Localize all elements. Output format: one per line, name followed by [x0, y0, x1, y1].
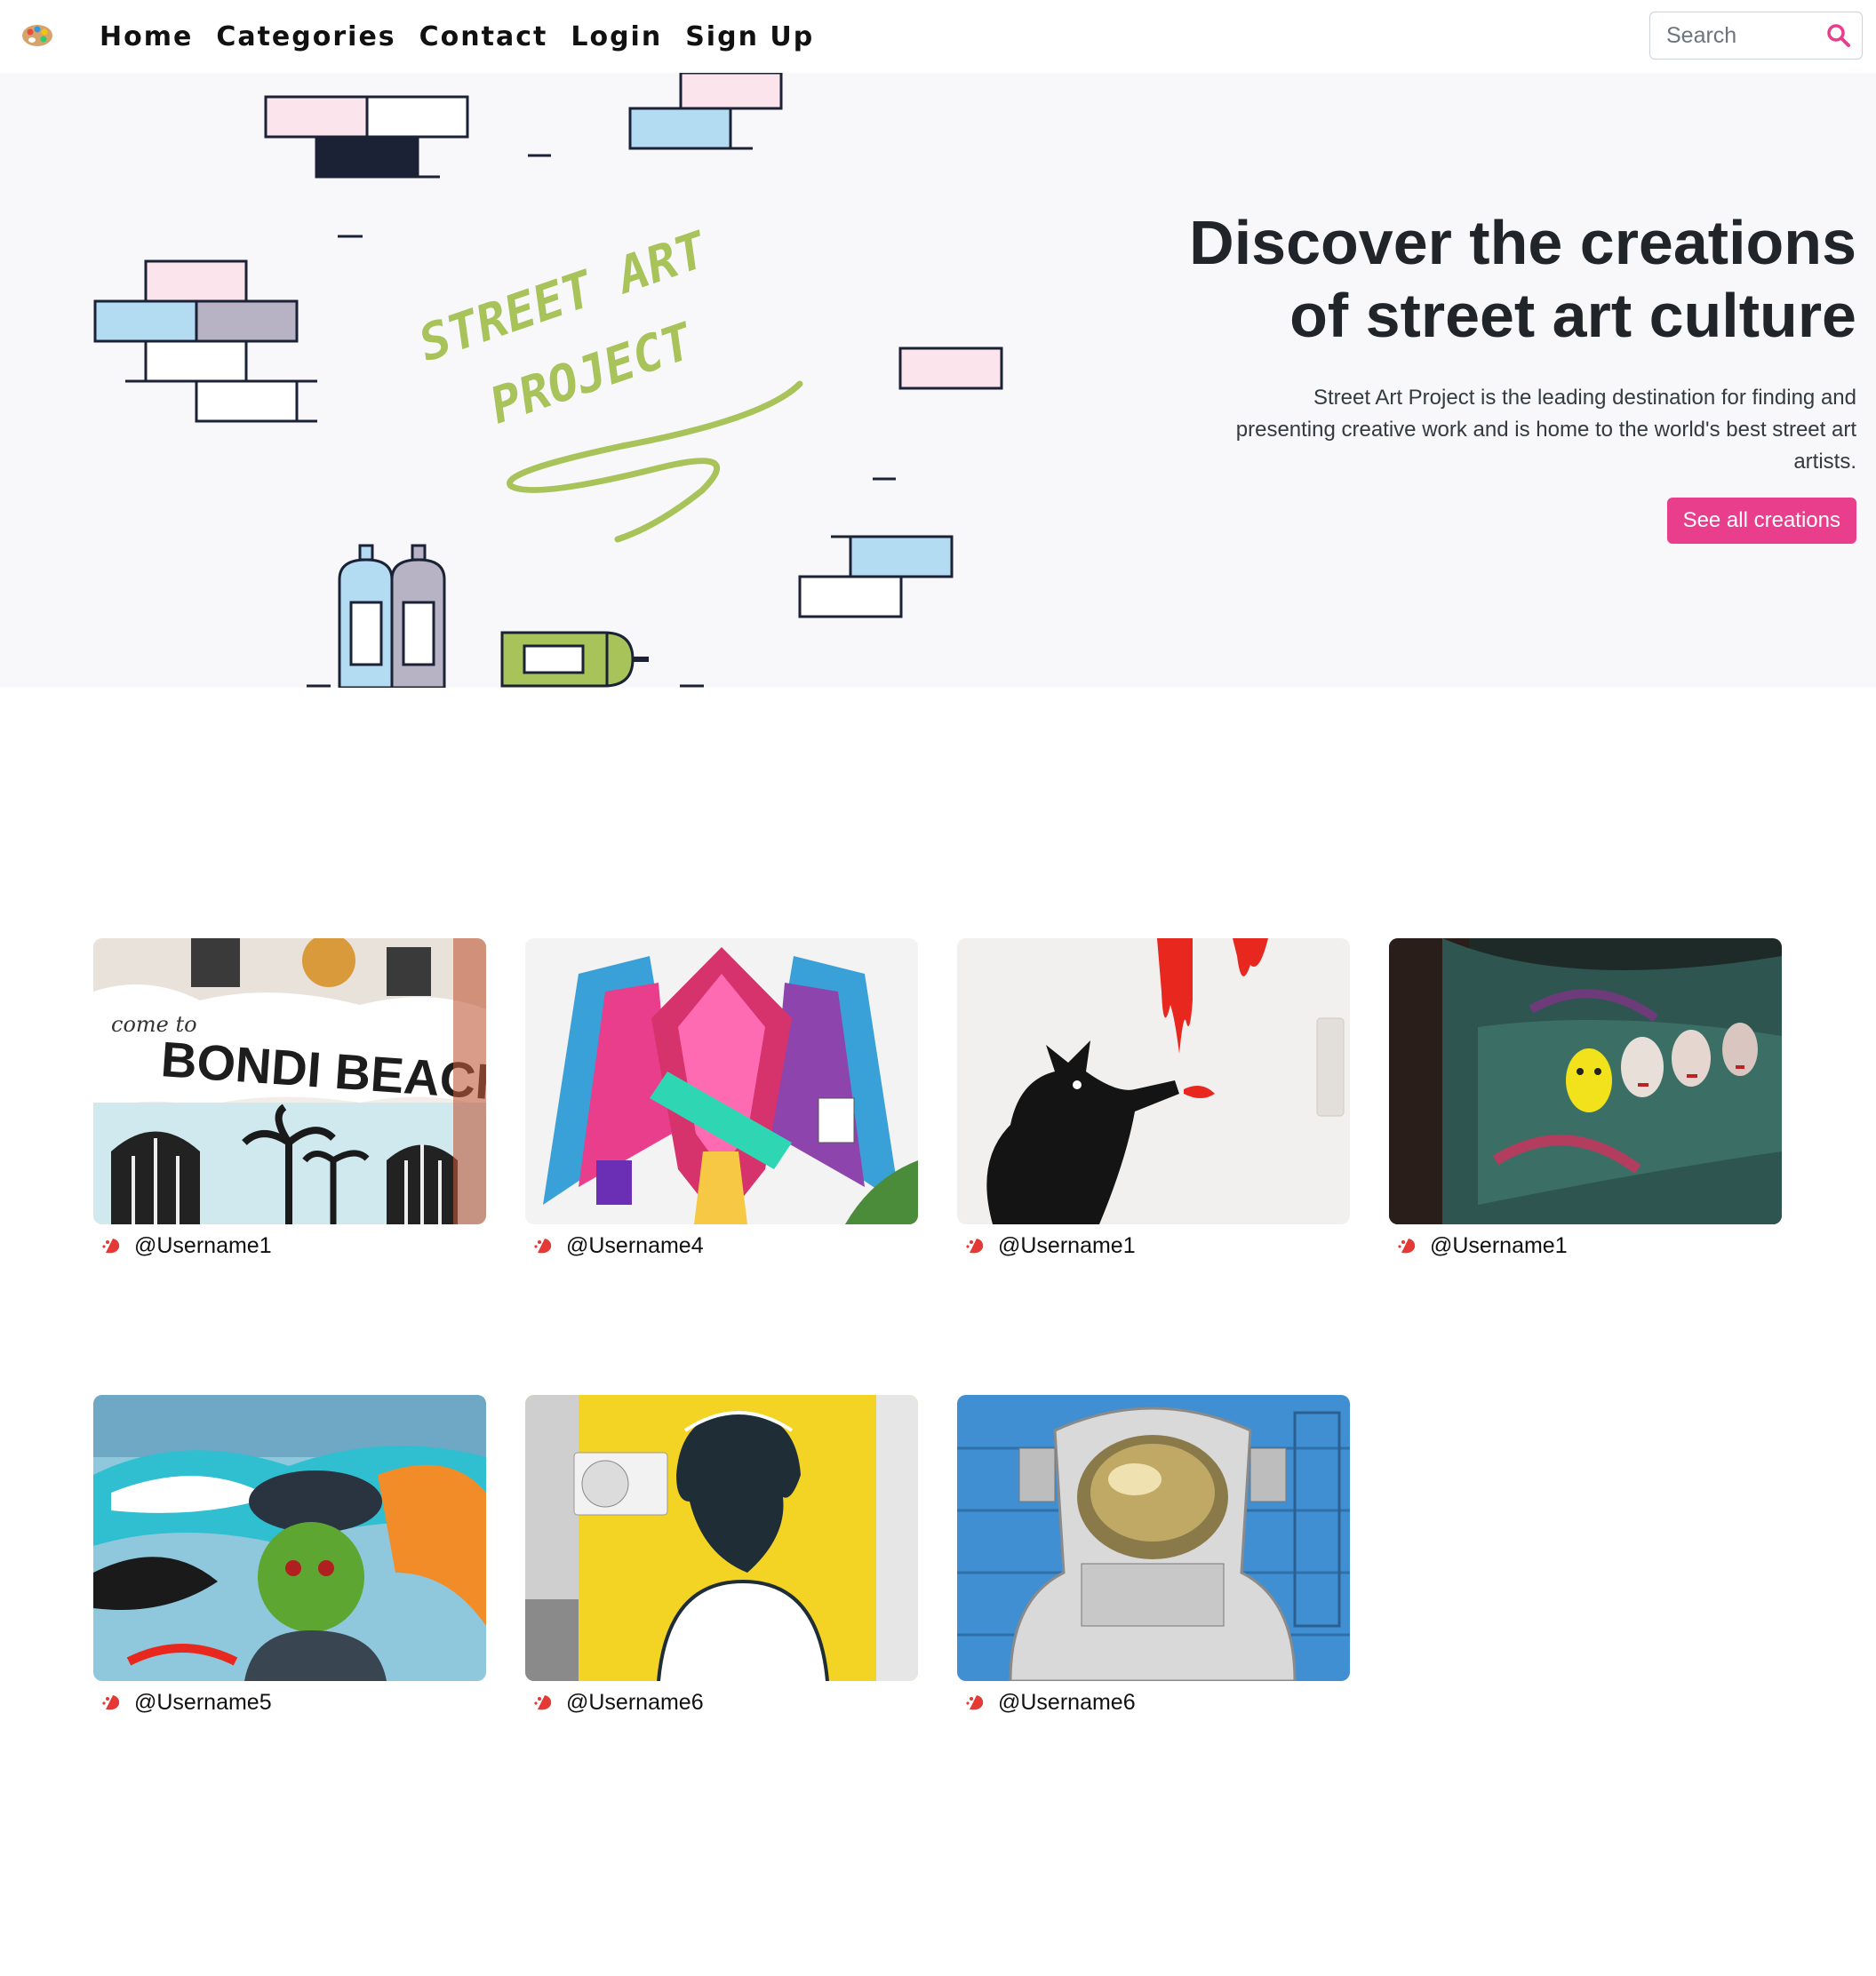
spray-icon	[1398, 1238, 1416, 1253]
nav-signup[interactable]: Sign Up	[685, 18, 814, 57]
artist-username: @Username6	[566, 1690, 704, 1715]
gallery-card: @Username6	[525, 1395, 918, 1715]
artist-link[interactable]: @Username1	[100, 1233, 272, 1259]
gallery-card: @Username1	[957, 938, 1350, 1258]
artist-username: @Username5	[134, 1690, 272, 1715]
search-icon[interactable]	[1824, 21, 1853, 50]
gallery-card: @Username5	[93, 1395, 486, 1715]
gallery-card: @Username4	[525, 938, 918, 1258]
nav-links: Home Categories Contact Login Sign Up	[100, 18, 837, 57]
nav-contact[interactable]: Contact	[419, 18, 548, 57]
search-box	[1649, 12, 1863, 60]
street-art-illustration: STREET ART PROJECT	[93, 73, 1003, 688]
gallery-card: @Username1	[1389, 938, 1782, 1258]
artist-link[interactable]: @Username4	[532, 1233, 704, 1259]
palette-icon[interactable]	[20, 21, 55, 50]
gallery-card: @Username6	[957, 1395, 1350, 1715]
artist-link[interactable]: @Username5	[100, 1690, 272, 1716]
artist-username: @Username1	[134, 1233, 272, 1258]
search-input[interactable]	[1664, 12, 1819, 59]
hero-title-line2: of street art culture	[1289, 281, 1856, 350]
svg-text:come to: come to	[111, 1012, 197, 1037]
artist-link[interactable]: @Username1	[964, 1233, 1136, 1259]
artwork-image[interactable]	[957, 1395, 1350, 1681]
artist-username: @Username1	[998, 1233, 1136, 1258]
see-all-creations-button[interactable]: See all creations	[1666, 498, 1856, 544]
navbar: Home Categories Contact Login Sign Up	[0, 0, 1876, 73]
gallery-card: BONDI BEACH come to @Username1	[93, 938, 486, 1258]
artwork-image[interactable]	[525, 938, 918, 1224]
artist-username: @Username1	[1430, 1233, 1568, 1258]
hero-title: Discover the creations of street art cul…	[1128, 206, 1856, 352]
nav-home[interactable]: Home	[100, 18, 193, 57]
hero-section: STREET ART PROJECT Discover the creation…	[0, 73, 1876, 688]
spray-icon	[102, 1694, 120, 1709]
artwork-image[interactable]	[525, 1395, 918, 1681]
artist-link[interactable]: @Username1	[1396, 1233, 1568, 1259]
hero-title-line1: Discover the creations	[1189, 208, 1856, 277]
artwork-image[interactable]	[957, 938, 1350, 1224]
artist-username: @Username6	[998, 1690, 1136, 1715]
artwork-image[interactable]: BONDI BEACH come to	[93, 938, 486, 1224]
nav-login[interactable]: Login	[571, 18, 662, 57]
spray-icon	[102, 1238, 120, 1253]
artwork-image[interactable]	[93, 1395, 486, 1681]
artist-username: @Username4	[566, 1233, 704, 1258]
nav-categories[interactable]: Categories	[216, 18, 395, 57]
artist-link[interactable]: @Username6	[532, 1690, 704, 1716]
spray-icon	[966, 1694, 984, 1709]
spray-icon	[966, 1238, 984, 1253]
spray-icon	[534, 1694, 552, 1709]
spray-icon	[534, 1238, 552, 1253]
artist-link[interactable]: @Username6	[964, 1690, 1136, 1716]
artwork-image[interactable]	[1389, 938, 1782, 1224]
hero-description: Street Art Project is the leading destin…	[1235, 386, 1856, 474]
